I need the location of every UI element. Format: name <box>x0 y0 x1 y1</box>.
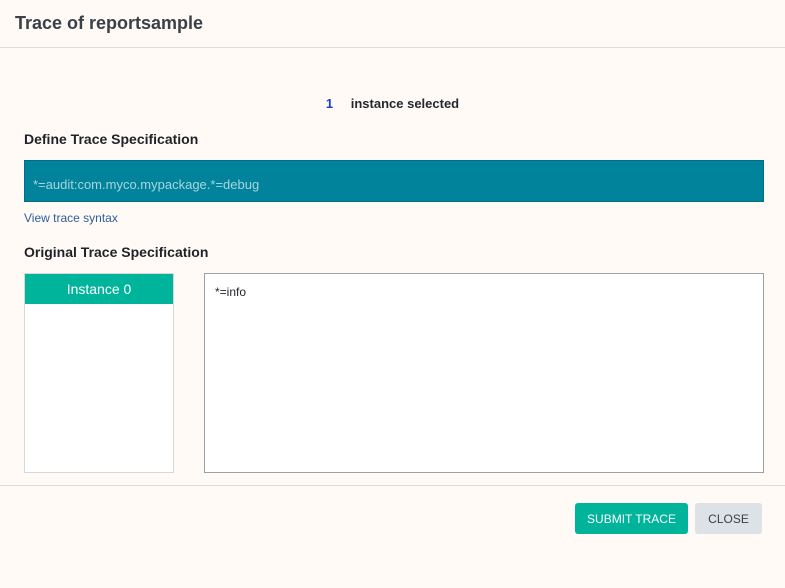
dialog-title: Trace of reportsample <box>15 13 204 33</box>
define-trace-heading: Define Trace Specification <box>24 131 199 147</box>
view-trace-syntax-link[interactable]: View trace syntax <box>24 211 118 225</box>
instance-item-0[interactable]: Instance 0 <box>25 274 173 304</box>
close-button[interactable]: CLOSE <box>695 503 762 534</box>
original-trace-spec: *=info <box>204 273 764 473</box>
selected-label: instance selected <box>350 96 460 111</box>
selection-summary: 1 instance selected <box>0 96 785 111</box>
dialog-header: Trace of reportsample <box>0 0 785 48</box>
trace-dialog: Trace of reportsample 1 instance selecte… <box>0 0 785 588</box>
trace-spec-input[interactable] <box>24 160 764 202</box>
selected-count: 1 <box>325 96 334 111</box>
instance-list: Instance 0 <box>24 273 174 473</box>
submit-trace-button[interactable]: SUBMIT TRACE <box>575 503 688 534</box>
original-trace-heading: Original Trace Specification <box>24 244 209 260</box>
footer-divider <box>0 485 785 486</box>
